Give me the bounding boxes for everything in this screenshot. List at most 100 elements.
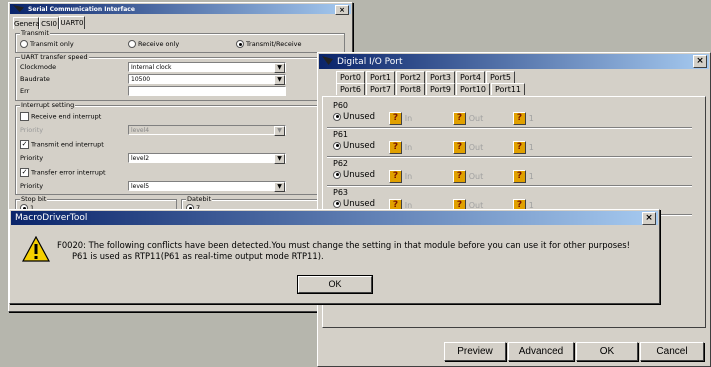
- clockmode-label: Clockmode: [20, 63, 57, 71]
- radio-transmit-only[interactable]: Transmit only: [20, 40, 74, 48]
- app-icon: [322, 56, 333, 65]
- preview-button[interactable]: Preview: [444, 342, 506, 361]
- close-icon[interactable]: ×: [693, 55, 707, 68]
- chevron-down-icon[interactable]: ▼: [274, 63, 285, 73]
- tab-port2[interactable]: Port2: [396, 71, 425, 83]
- baudrate-select[interactable]: 10500 ▼: [128, 74, 286, 85]
- priority1-select[interactable]: level4 ▼: [128, 125, 286, 136]
- radio-unused[interactable]: Unused: [333, 112, 375, 122]
- interrupt-group: Interrupt setting Receive end interrupt …: [15, 101, 345, 195]
- advanced-button[interactable]: Advanced: [508, 342, 574, 361]
- radio-transmit-receive[interactable]: Transmit/Receive: [236, 40, 302, 48]
- priority3-select[interactable]: level5 ▼: [128, 181, 286, 192]
- tab-port9[interactable]: Port9: [426, 83, 455, 95]
- radio-in[interactable]: ? In: [389, 170, 412, 183]
- alert-titlebar[interactable]: MacroDriverTool ×: [11, 211, 658, 225]
- err-field[interactable]: [128, 86, 286, 96]
- help-icon[interactable]: ?: [389, 141, 402, 154]
- radio-selected-icon: [236, 40, 244, 48]
- checkbox-icon: [20, 112, 29, 121]
- radio-in[interactable]: ? In: [389, 112, 412, 125]
- alert-title: MacroDriverTool: [15, 213, 88, 223]
- checkbox-transfer-error[interactable]: ✓ Transfer error interrupt: [20, 168, 106, 177]
- tab-port5[interactable]: Port5: [486, 71, 515, 83]
- tab-port6[interactable]: Port6: [336, 83, 365, 95]
- checkbox-one[interactable]: ? 1: [513, 141, 534, 154]
- priority3-label: Priority: [20, 182, 44, 190]
- alert-dialog: MacroDriverTool × F0020: The following c…: [9, 209, 660, 304]
- tab-port11[interactable]: Port11: [491, 83, 525, 95]
- transmit-legend: Transmit: [20, 29, 50, 37]
- radio-in[interactable]: ? In: [389, 141, 412, 154]
- help-icon[interactable]: ?: [389, 112, 402, 125]
- checkbox-transmit-end[interactable]: ✓ Transmit end interrupt: [20, 140, 104, 149]
- tab-csi0[interactable]: CSI0: [39, 17, 59, 29]
- dio-titlebar[interactable]: Digital I/O Port ×: [319, 54, 709, 69]
- priority1-label: Priority: [20, 126, 44, 134]
- pin-name: P60: [333, 101, 349, 110]
- pin-row: P61 Unused ? In ? Out ? 1: [327, 130, 692, 158]
- baudrate-label: Baudrate: [20, 75, 50, 83]
- pin-row: P62 Unused ? In ? Out ? 1: [327, 159, 692, 187]
- err-label: Err: [20, 87, 30, 95]
- help-icon[interactable]: ?: [453, 112, 466, 125]
- tab-port3[interactable]: Port3: [426, 71, 455, 83]
- serial-title: Serial Communication Interface: [28, 5, 135, 13]
- radio-unused[interactable]: Unused: [333, 141, 375, 151]
- radio-out[interactable]: ? Out: [453, 112, 483, 125]
- help-icon[interactable]: ?: [453, 170, 466, 183]
- tab-port0[interactable]: Port0: [336, 71, 365, 83]
- help-icon[interactable]: ?: [513, 141, 526, 154]
- checkbox-checked-icon: ✓: [20, 168, 29, 177]
- checkbox-checked-icon: ✓: [20, 140, 29, 149]
- help-icon[interactable]: ?: [513, 170, 526, 183]
- tab-port7[interactable]: Port7: [366, 83, 395, 95]
- checkbox-one[interactable]: ? 1: [513, 112, 534, 125]
- warning-icon: [22, 236, 50, 262]
- close-icon[interactable]: ×: [335, 5, 349, 15]
- ok-button[interactable]: OK: [576, 342, 638, 361]
- row-divider: [327, 127, 692, 129]
- help-icon[interactable]: ?: [513, 112, 526, 125]
- radio-out[interactable]: ? Out: [453, 141, 483, 154]
- app-icon: [13, 5, 24, 12]
- tab-port1[interactable]: Port1: [366, 71, 395, 83]
- interrupt-legend: Interrupt setting: [20, 101, 76, 109]
- tab-uart0[interactable]: UART0: [59, 16, 85, 29]
- priority2-label: Priority: [20, 154, 44, 162]
- checkbox-receive-end[interactable]: Receive end interrupt: [20, 112, 101, 121]
- radio-out[interactable]: ? Out: [453, 170, 483, 183]
- chevron-down-icon[interactable]: ▼: [274, 126, 285, 136]
- chevron-down-icon[interactable]: ▼: [274, 182, 285, 192]
- radio-icon: [20, 40, 28, 48]
- radio-selected-icon: [333, 141, 341, 150]
- checkbox-one[interactable]: ? 1: [513, 170, 534, 183]
- radio-receive-only[interactable]: Receive only: [128, 40, 179, 48]
- row-divider: [327, 156, 692, 158]
- pin-name: P63: [333, 188, 349, 197]
- chevron-down-icon[interactable]: ▼: [274, 154, 285, 164]
- tab-port10[interactable]: Port10: [456, 83, 490, 95]
- uart-speed-group: UART transfer speed Clockmode Internal c…: [15, 53, 345, 101]
- priority2-select[interactable]: level2 ▼: [128, 153, 286, 164]
- serial-titlebar[interactable]: Serial Communication Interface ×: [10, 4, 351, 15]
- help-icon[interactable]: ?: [389, 170, 402, 183]
- pin-row: P60 Unused ? In ? Out ? 1: [327, 101, 692, 129]
- radio-unused[interactable]: Unused: [333, 170, 375, 180]
- radio-icon: [128, 40, 136, 48]
- clockmode-select[interactable]: Internal clock ▼: [128, 62, 286, 73]
- close-icon[interactable]: ×: [642, 212, 656, 225]
- chevron-down-icon[interactable]: ▼: [274, 75, 285, 85]
- row-divider: [327, 185, 692, 187]
- alert-message-line2: P61 is used as RTP11(P61 as real-time ou…: [72, 251, 324, 261]
- tab-port4[interactable]: Port4: [456, 71, 485, 83]
- tab-general[interactable]: General: [13, 17, 42, 29]
- alert-ok-button[interactable]: OK: [297, 275, 373, 294]
- help-icon[interactable]: ?: [453, 141, 466, 154]
- dio-title: Digital I/O Port: [337, 56, 403, 67]
- radio-unused[interactable]: Unused: [333, 199, 375, 209]
- databit-legend: Datebit: [186, 195, 213, 203]
- alert-message-line1: F0020: The following conflicts have been…: [57, 240, 630, 250]
- tab-port8[interactable]: Port8: [396, 83, 425, 95]
- cancel-button[interactable]: Cancel: [640, 342, 704, 361]
